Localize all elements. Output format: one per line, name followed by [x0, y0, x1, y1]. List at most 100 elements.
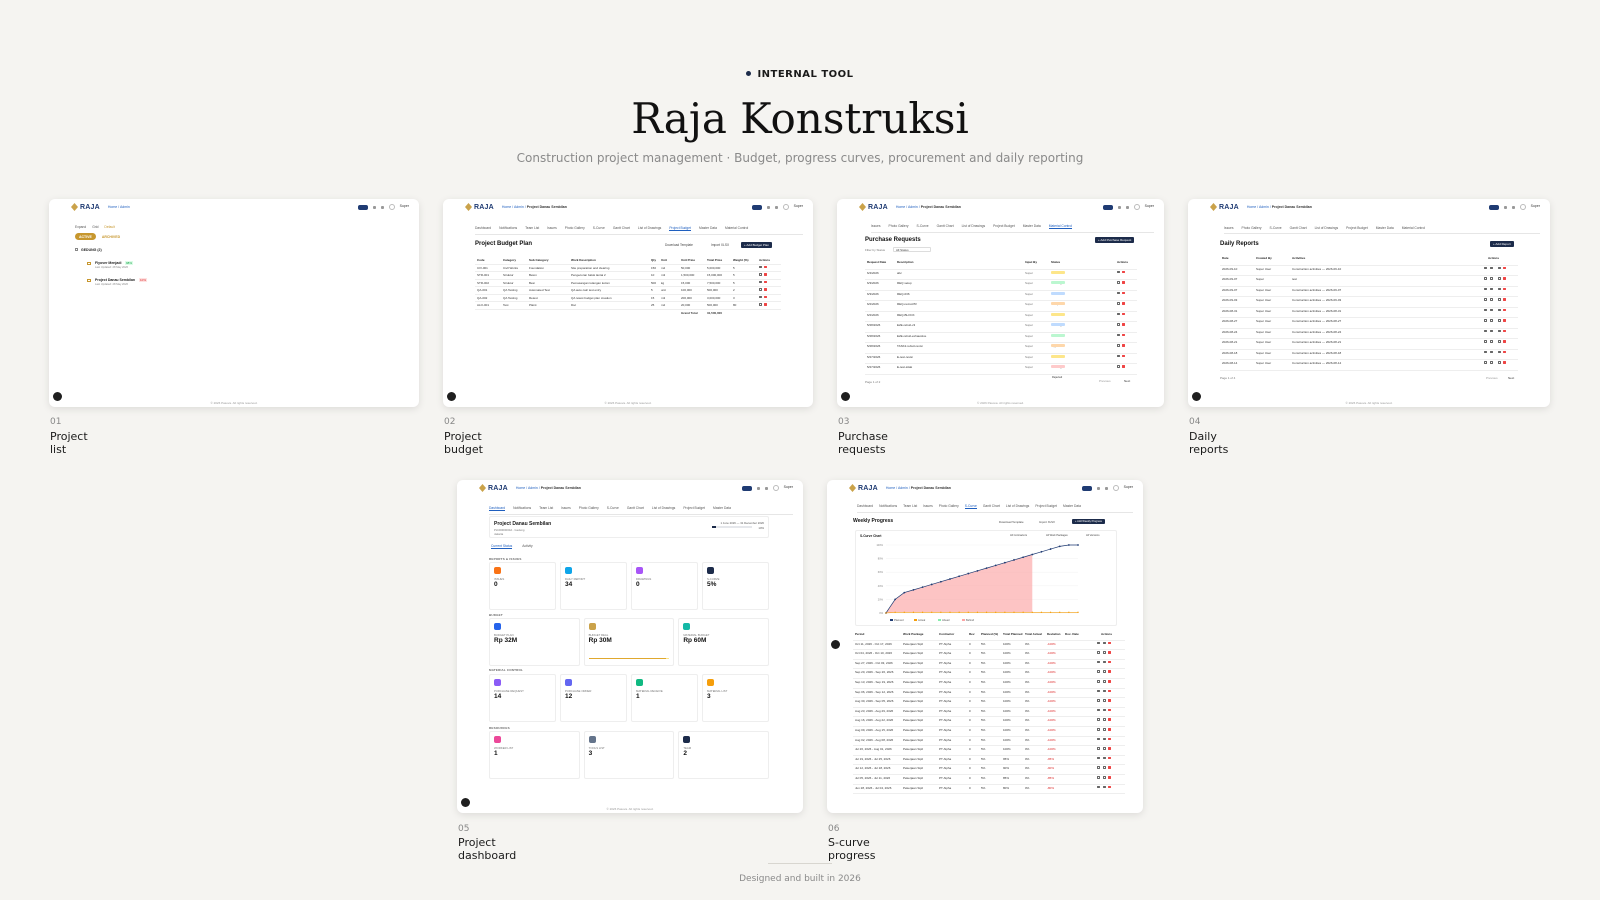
view-icon[interactable] [1097, 747, 1100, 750]
copy-icon[interactable] [1490, 308, 1493, 311]
view-icon[interactable] [1097, 718, 1100, 721]
delete-icon[interactable] [1503, 308, 1506, 311]
copy-icon[interactable] [1490, 298, 1493, 301]
kpi-card[interactable]: TEAM 2 [678, 731, 769, 779]
prev-page-button[interactable]: Previous [1486, 376, 1498, 380]
edit-icon[interactable] [1103, 680, 1106, 683]
screenshot-project-dashboard[interactable]: RAJA Home / Admin / Project Danau Sembil… [457, 480, 803, 813]
delete-icon[interactable] [764, 303, 767, 306]
view-icon[interactable] [1484, 277, 1487, 280]
tab-dashboard[interactable]: Dashboard [489, 506, 506, 511]
tab-gantt-chart[interactable]: Gantt Chart [937, 224, 954, 229]
delete-icon[interactable] [1122, 323, 1125, 326]
delete-icon[interactable] [1108, 641, 1111, 645]
next-page-button[interactable]: Next [1124, 379, 1130, 383]
tab-master-data[interactable]: Master Data [699, 226, 717, 231]
edit-icon[interactable] [1117, 270, 1120, 273]
table-row[interactable]: 2026-09-10 Super User Construction activit… [1220, 266, 1518, 276]
crumb-project[interactable]: Project Danau Sembilan [921, 205, 961, 209]
next-page-button[interactable]: Next [1508, 376, 1514, 380]
copy-icon[interactable] [1490, 350, 1493, 353]
edit-icon[interactable] [759, 295, 762, 298]
delete-icon[interactable] [1503, 319, 1506, 322]
view-icon[interactable] [1097, 660, 1100, 664]
tab-project-budget[interactable]: Project Budget [1035, 504, 1057, 509]
grid-button[interactable]: Grid [92, 225, 98, 229]
delete-icon[interactable] [1503, 266, 1506, 269]
tab-photo-gallery[interactable]: Photo Gallery [939, 504, 959, 509]
edit-icon[interactable] [1498, 308, 1501, 311]
kpi-card[interactable]: S-CURVE 5% [702, 562, 769, 610]
delete-icon[interactable] [1503, 361, 1506, 364]
edit-icon[interactable] [1103, 728, 1106, 731]
crumb-admin[interactable]: Admin [120, 205, 130, 209]
table-row[interactable]: Sep 13, 2026 - Sep 19, 2026 Pekerjaan Sip… [853, 679, 1125, 689]
kpi-card[interactable]: BUDGET REAL Rp 30M [583, 618, 675, 666]
tab-s-curve[interactable]: S-Curve [593, 226, 605, 231]
import-xlsx-button[interactable]: Import XLSX [711, 243, 729, 247]
import-xlsx-button[interactable]: Import XLSX [1039, 520, 1055, 524]
tab-project-budget[interactable]: Project Budget [1346, 226, 1368, 230]
edit-icon[interactable] [759, 280, 762, 283]
tab-notifications[interactable]: Notifications [513, 506, 531, 511]
edit-icon[interactable] [1103, 641, 1106, 645]
edit-icon[interactable] [1103, 747, 1106, 750]
prev-page-button[interactable]: Previous [1099, 379, 1111, 383]
delete-icon[interactable] [1108, 785, 1111, 789]
table-row[interactable]: Aug 02, 2026 - Aug 08, 2026 Pekerjaan Sip… [853, 737, 1125, 747]
delete-icon[interactable] [1122, 344, 1125, 347]
kpi-card[interactable]: MATERIAL RECEIVE 1 [631, 674, 698, 722]
delete-icon[interactable] [1108, 689, 1111, 693]
tab-master-data[interactable]: Master Data [1023, 224, 1041, 229]
crumb-home[interactable]: Home [108, 205, 117, 209]
edit-icon[interactable] [1498, 266, 1501, 269]
table-row[interactable]: Jul 05, 2026 - Jul 11, 2026 Pekerjaan Sip… [853, 775, 1125, 785]
table-row[interactable]: 2026-08-31 Super User Construction activit… [1220, 308, 1518, 318]
table-row[interactable]: Sep 27, 2026 - Oct 03, 2026 Pekerjaan Sip… [853, 660, 1125, 670]
tab-gantt-chart[interactable]: Gantt Chart [1290, 226, 1307, 230]
delete-icon[interactable] [1108, 728, 1111, 731]
delete-icon[interactable] [1503, 298, 1506, 301]
crumb-home[interactable]: Home [1247, 205, 1256, 209]
view-icon[interactable] [1484, 350, 1487, 353]
kpi-card[interactable]: PURCHASE ORDER 12 [560, 674, 627, 722]
tab-team-list[interactable]: Team List [539, 506, 553, 511]
delete-icon[interactable] [1108, 670, 1111, 673]
edit-icon[interactable] [1498, 361, 1501, 364]
kpi-card[interactable]: BUDGET PLAN Rp 32M [489, 618, 580, 666]
table-row[interactable]: Jun 28, 2026 - Jul 04, 2026 Pekerjaan Sip… [853, 785, 1125, 795]
table-row[interactable]: Aug 16, 2026 - Aug 22, 2026 Pekerjaan Sip… [853, 717, 1125, 727]
copy-icon[interactable] [1490, 361, 1493, 364]
download-template-button[interactable]: Download Template [665, 243, 693, 247]
tab-current-status[interactable]: Current Status [491, 544, 513, 549]
tab-project-budget[interactable]: Project Budget [683, 506, 705, 511]
bell-icon[interactable] [1511, 205, 1515, 209]
app-logo[interactable]: RAJA [859, 203, 888, 211]
table-row[interactable]: Jul 19, 2026 - Jul 25, 2026 Pekerjaan Sip… [853, 756, 1125, 766]
tab-photo-gallery[interactable]: Photo Gallery [565, 226, 585, 231]
table-row[interactable]: 5/27/2026 E-test-revisi Super Pending [865, 354, 1137, 369]
tab-s-curve[interactable]: S-Curve [607, 506, 619, 511]
view-icon[interactable] [1484, 266, 1487, 269]
kpi-card[interactable]: MATERIAL LIST 3 [702, 674, 769, 722]
add-budget-plan-button[interactable]: + Add Budget Plan [741, 242, 772, 248]
table-row[interactable]: 2026-08-18 Super User Construction activit… [1220, 350, 1518, 360]
table-row[interactable]: ALO-001 Test Plaint Dsc 25 m2 20,000 500,000 80 [475, 302, 781, 310]
edit-icon[interactable] [1498, 298, 1501, 301]
tab-activity[interactable]: Activity [522, 544, 532, 549]
status-filter-select[interactable]: All Status [893, 247, 931, 252]
table-row[interactable]: CIV-001 Civil Works Foundation Site prepara… [475, 265, 781, 272]
delete-icon[interactable] [1122, 281, 1125, 284]
view-icon[interactable] [1097, 766, 1100, 769]
table-row[interactable]: STR-002 Struktur Besi Pemasangan tulangan k… [475, 280, 781, 287]
assistant-icon[interactable] [53, 392, 62, 401]
crumb-project[interactable]: Project Danau Sembilan [541, 486, 581, 490]
assistant-icon[interactable] [461, 798, 470, 807]
table-row[interactable]: 2026-08-14 Super User Construction activit… [1220, 360, 1518, 371]
table-row[interactable]: 2026-08-27 Super User Construction activit… [1220, 318, 1518, 329]
delete-icon[interactable] [1108, 680, 1111, 683]
view-icon[interactable] [1484, 340, 1487, 343]
crumb-project[interactable]: Project Danau Sembilan [527, 205, 567, 209]
download-template-button[interactable]: Download Template [999, 520, 1024, 524]
delete-icon[interactable] [764, 295, 767, 298]
